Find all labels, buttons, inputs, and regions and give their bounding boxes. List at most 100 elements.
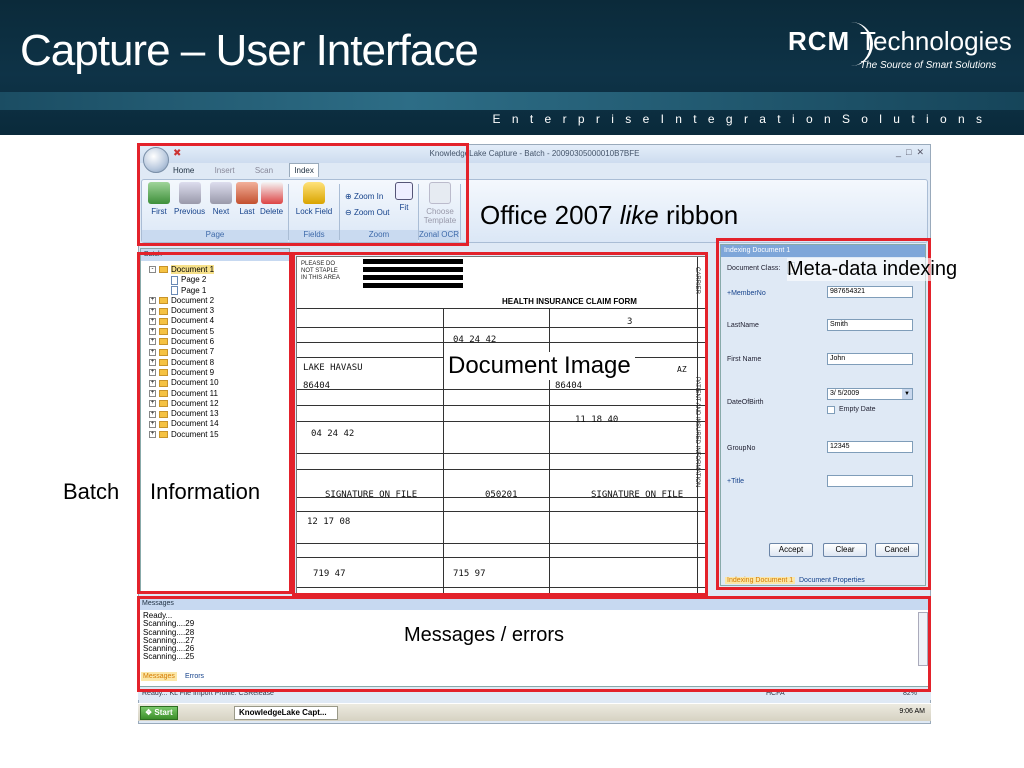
lock-field-button[interactable]: Lock Field [294, 182, 334, 216]
tree-document-label: Document 3 [171, 306, 215, 316]
next-button[interactable]: Next [210, 182, 232, 216]
expand-icon[interactable]: + [149, 297, 156, 305]
expand-icon[interactable]: + [149, 348, 156, 356]
tab-messages[interactable]: Messages [141, 672, 177, 681]
expand-icon[interactable]: + [149, 338, 156, 346]
previous-button[interactable]: Previous [174, 182, 205, 216]
tree-document-label: Document 6 [171, 337, 215, 347]
expand-icon[interactable]: + [149, 359, 156, 367]
next-icon [210, 182, 232, 204]
document-class-label: Document Class: [727, 265, 781, 272]
expand-icon[interactable]: + [149, 400, 156, 408]
firstname-field[interactable]: John [827, 353, 913, 365]
zoom-group-label: Zoom [340, 230, 418, 242]
tree-document-item[interactable]: + Document 2 [149, 296, 219, 306]
tree-document-item[interactable]: + Document 7 [149, 347, 219, 357]
tree-document-label: Document 14 [171, 419, 219, 429]
logo-tagline: The Source of Smart Solutions [860, 60, 997, 71]
status-profile: HCFA [766, 690, 785, 697]
groupno-label: GroupNo [727, 445, 756, 452]
dob-picker[interactable]: 3/ 5/2009 ▼ [827, 388, 913, 400]
tree-document-item[interactable]: + Document 8 [149, 358, 219, 368]
tab-home[interactable]: Home [169, 164, 198, 177]
delete-label: Delete [260, 207, 284, 216]
message-line: Scanning....25 [143, 652, 195, 662]
tab-scan[interactable]: Scan [251, 164, 277, 177]
taskbar-app-button[interactable]: KnowledgeLake Capt... [234, 706, 338, 720]
expand-icon[interactable]: + [149, 328, 156, 336]
accept-button[interactable]: Accept [769, 543, 813, 557]
title-field[interactable] [827, 475, 913, 487]
quick-access-toolbar[interactable]: ✖ [173, 148, 181, 159]
annotation-ribbon-text: ribbon [658, 200, 739, 230]
tree-document-item[interactable]: + Document 15 [149, 430, 219, 440]
tree-document-item[interactable]: - Document 1 [149, 265, 219, 275]
tree-document-item[interactable]: + Document 14 [149, 419, 219, 429]
tab-indexing-document[interactable]: Indexing Document 1 [725, 577, 796, 584]
tree-page-item[interactable]: Page 2 [149, 275, 219, 285]
office-button-icon[interactable] [143, 147, 169, 173]
collapse-icon[interactable]: - [149, 266, 156, 274]
next-label: Next [212, 207, 230, 216]
expand-icon[interactable]: + [149, 307, 156, 315]
choose-template-button[interactable]: Choose Template [422, 182, 458, 225]
tree-document-item[interactable]: + Document 4 [149, 316, 219, 326]
tree-page-item[interactable]: Page 1 [149, 286, 219, 296]
zoom-out-button[interactable]: ⊖ Zoom Out [345, 208, 390, 217]
first-button[interactable]: First [148, 182, 170, 216]
annotation-ribbon: Office 2007 like ribbon [480, 200, 738, 231]
fields-group-label: Fields [289, 230, 339, 242]
expand-icon[interactable]: + [149, 389, 156, 397]
tree-document-item[interactable]: + Document 9 [149, 368, 219, 378]
annotation-ribbon-text: Office 2007 [480, 200, 620, 230]
form-line [297, 543, 705, 544]
start-button[interactable]: ❖ Start [140, 706, 178, 720]
tree-document-item[interactable]: + Document 3 [149, 306, 219, 316]
annotation-batch: Batch [63, 479, 120, 504]
zonal-group-label: Zonal OCR [419, 230, 459, 242]
messages-scrollbar[interactable] [918, 612, 928, 666]
annotation-messages: Messages / errors [404, 624, 565, 646]
form-line [297, 421, 705, 422]
tab-index[interactable]: Index [289, 163, 319, 177]
window-controls[interactable]: _ □ ✕ [896, 147, 924, 158]
tree-document-item[interactable]: + Document 12 [149, 399, 219, 409]
delete-button[interactable]: Delete [260, 182, 283, 216]
messages-list: Ready... Scanning....29 Scanning....28 Scan… [143, 611, 195, 662]
cancel-button[interactable]: Cancel [875, 543, 919, 557]
folder-icon [159, 297, 168, 305]
member-no-field[interactable]: 987654321 [827, 286, 913, 298]
zoom-out-label: Zoom Out [353, 208, 390, 217]
expand-icon[interactable]: + [149, 431, 156, 439]
tree-document-item[interactable]: + Document 6 [149, 337, 219, 347]
expand-icon[interactable]: + [149, 379, 156, 387]
expand-icon[interactable]: + [149, 410, 156, 418]
tree-document-item[interactable]: + Document 5 [149, 327, 219, 337]
zoom-in-button[interactable]: ⊕ Zoom In [345, 192, 383, 201]
expand-icon[interactable]: + [149, 420, 156, 428]
tree-document-item[interactable]: + Document 11 [149, 389, 219, 399]
form-line [297, 389, 705, 390]
empty-date-checkbox[interactable] [827, 406, 835, 414]
tab-insert[interactable]: Insert [211, 164, 239, 177]
tree-document-item[interactable]: + Document 10 [149, 378, 219, 388]
folder-icon [159, 307, 168, 315]
annotation-ribbon-emphasis: like [619, 200, 659, 230]
chevron-down-icon[interactable]: ▼ [902, 389, 912, 399]
slide-title: Capture – User Interface [20, 26, 479, 75]
tab-document-properties[interactable]: Document Properties [799, 577, 865, 584]
expand-icon[interactable]: + [149, 317, 156, 325]
clear-button[interactable]: Clear [823, 543, 867, 557]
folder-icon [159, 359, 168, 367]
expand-icon[interactable]: + [149, 369, 156, 377]
zip-value: 86404 [303, 381, 331, 391]
fit-button[interactable]: Fit [394, 182, 414, 212]
groupno-field[interactable]: 12345 [827, 441, 913, 453]
lastname-field[interactable]: Smith [827, 319, 913, 331]
last-button[interactable]: Last [236, 182, 258, 216]
diagnosis-2: 715 97 [453, 569, 486, 579]
clock: 9:06 AM [899, 708, 925, 715]
tree-document-item[interactable]: + Document 13 [149, 409, 219, 419]
barcode-bar [363, 259, 463, 264]
tab-errors[interactable]: Errors [183, 672, 206, 681]
